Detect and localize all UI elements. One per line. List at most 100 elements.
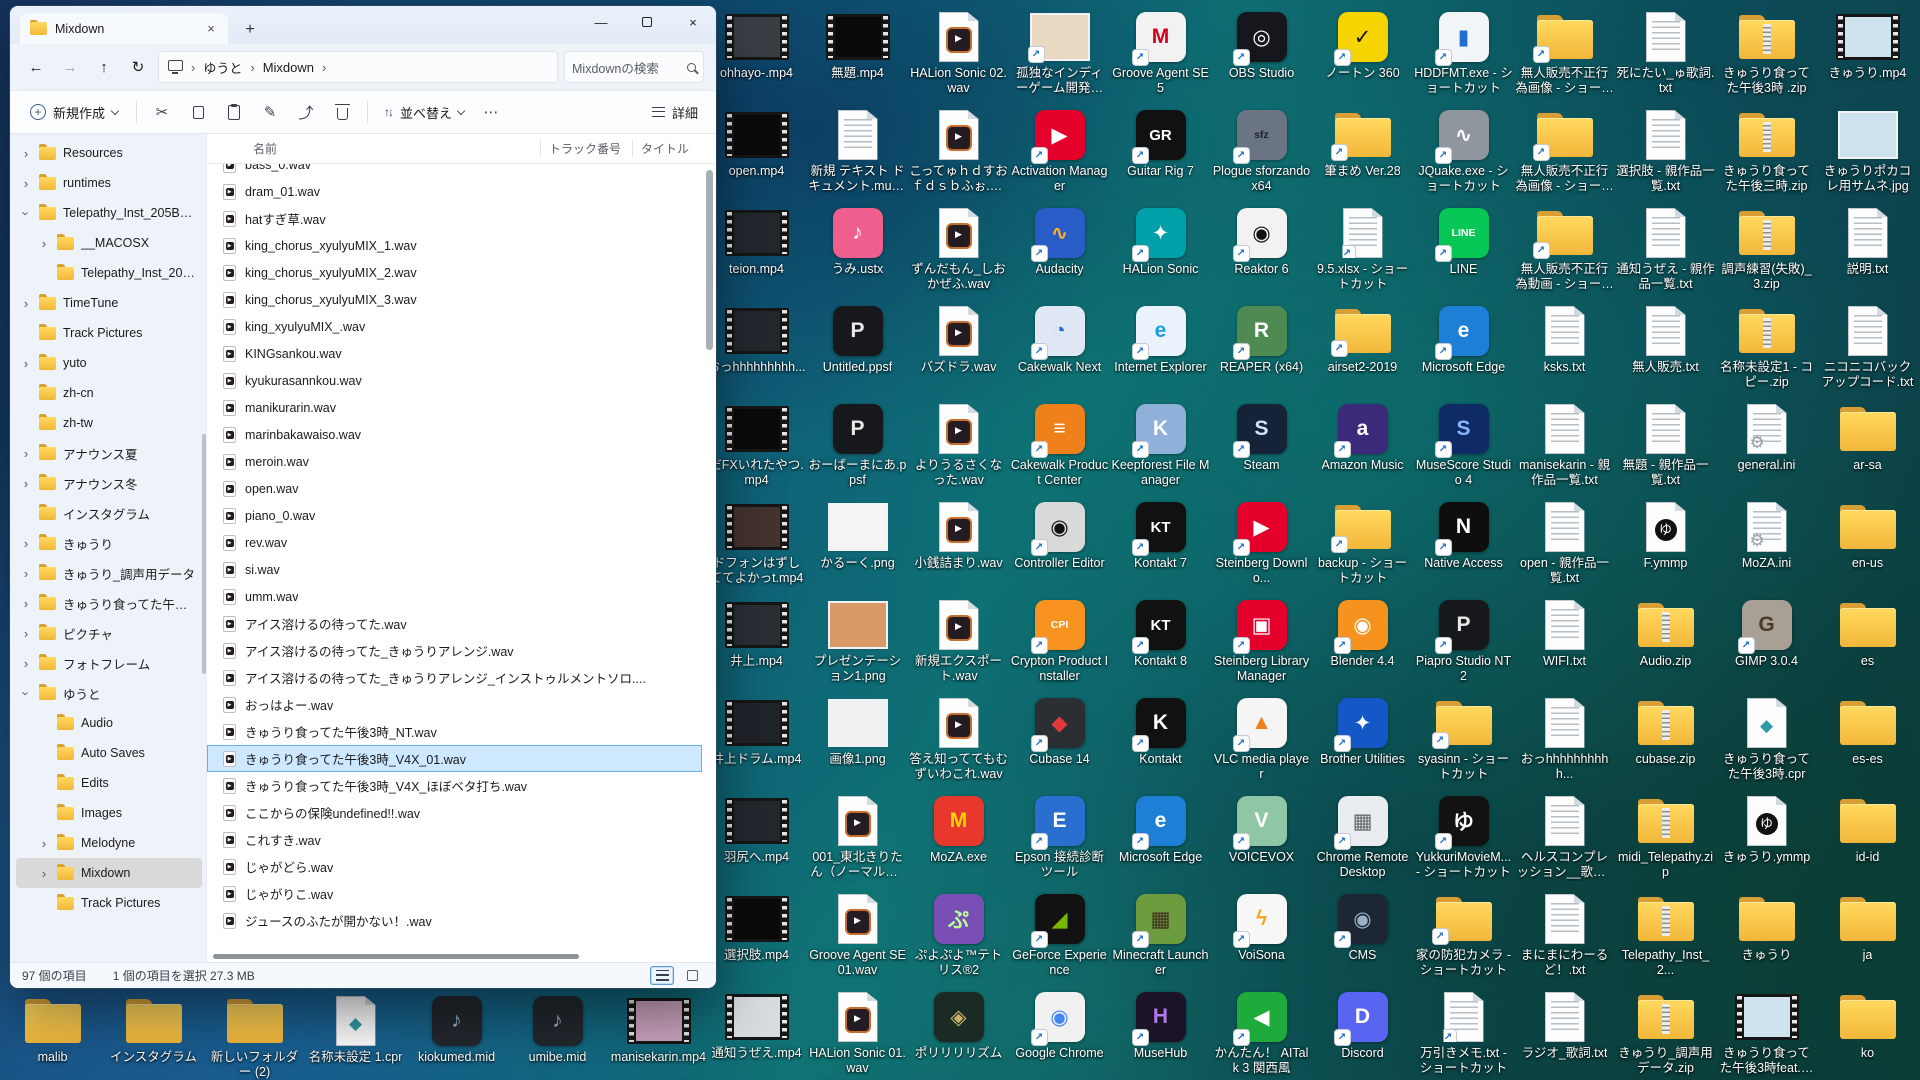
expander-chevron-icon[interactable]: › xyxy=(38,236,50,251)
desktop-icon[interactable]: ▶↗ Activation Manager xyxy=(1009,104,1110,202)
desktop-icon[interactable]: ↗ 小銭詰まり.wav xyxy=(908,496,1009,594)
desktop-icon[interactable]: M↗ MoZA.exe xyxy=(908,790,1009,888)
desktop-icon[interactable]: ↗ HALion Sonic 02.wav xyxy=(908,6,1009,104)
desktop-icon[interactable]: CPI↗ Crypton Product Installer xyxy=(1009,594,1110,692)
copy-button[interactable] xyxy=(181,96,215,128)
desktop-icon[interactable]: ↗ だFXいれたやつ.mp4 xyxy=(706,398,807,496)
desktop-icon[interactable]: P↗ Untitled.ppsf xyxy=(807,300,908,398)
desktop-icon[interactable]: ↗ きゅうり.ymmp xyxy=(1716,790,1817,888)
desktop-icon[interactable]: ∿↗ JQuake.exe - ショートカット xyxy=(1413,104,1514,202)
desktop-icon[interactable]: ↗ 無人販売不正行為動画 - ショートカット xyxy=(1514,202,1615,300)
desktop-icon[interactable]: ↗ 調声練習(失敗)_3.zip xyxy=(1716,202,1817,300)
desktop-icon[interactable]: S↗ Steam xyxy=(1211,398,1312,496)
desktop-icon[interactable]: GR↗ Guitar Rig 7 xyxy=(1110,104,1211,202)
details-view-toggle[interactable] xyxy=(680,966,704,985)
desktop-icon[interactable]: ↗ 羽尻へ.mp4 xyxy=(706,790,807,888)
sidebar-item[interactable]: › アナウンス夏 xyxy=(16,438,202,468)
new-tab-button[interactable]: + xyxy=(238,21,262,39)
file-row[interactable]: ▶ じゃがどら.wav xyxy=(207,853,702,880)
desktop-icon[interactable]: e↗ Microsoft Edge xyxy=(1413,300,1514,398)
file-row[interactable]: ▶ きゅうり食ってた午後3時_NT.wav xyxy=(207,718,702,745)
desktop-icon[interactable]: KT↗ Kontakt 8 xyxy=(1110,594,1211,692)
expander-chevron-icon[interactable]: › xyxy=(20,476,32,491)
expander-chevron-icon[interactable]: › xyxy=(20,296,32,311)
desktop-icon[interactable]: ↗ 筆まめ Ver.28 xyxy=(1312,104,1413,202)
desktop-icon[interactable]: e↗ Internet Explorer xyxy=(1110,300,1211,398)
file-row[interactable]: ▶ king_chorus_xyulyuMIX_3.wav xyxy=(207,286,702,313)
desktop-icon[interactable]: ↗ 孤独なインディーゲーム開発者の一生 ... xyxy=(1009,6,1110,104)
desktop-icon[interactable]: H↗ MuseHub xyxy=(1110,986,1211,1080)
desktop-icon[interactable]: ◈↗ ポリリリリズム xyxy=(908,986,1009,1080)
file-row[interactable]: ▶ これすき.wav xyxy=(207,826,702,853)
desktop-icon[interactable]: ↗ 無人販売不正行為画像 - ショートカット xyxy=(1514,104,1615,202)
file-row[interactable]: ▶ marinbakawaiso.wav xyxy=(207,421,702,448)
desktop-icon[interactable]: ↗ backup - ショートカット xyxy=(1312,496,1413,594)
desktop-icon[interactable]: E↗ Epson 接続診断ツール xyxy=(1009,790,1110,888)
desktop-icon[interactable]: ▮↗ HDDFMT.exe - ショートカット xyxy=(1413,6,1514,104)
up-button[interactable]: ↑ xyxy=(90,53,118,81)
desktop-icon[interactable]: P↗ Piapro Studio NT2 xyxy=(1413,594,1514,692)
desktop-icon[interactable]: ↗ 選択肢 - 親作品一覧.txt xyxy=(1615,104,1716,202)
desktop-icon[interactable]: ♪↗ umibe.mid xyxy=(507,990,608,1080)
desktop-icon[interactable]: ♪↗ kiokumed.mid xyxy=(406,990,507,1080)
desktop-icon[interactable]: ↗ manisekarin.mp4 xyxy=(608,990,709,1080)
desktop-icon[interactable]: ↗ general.ini xyxy=(1716,398,1817,496)
desktop-icon[interactable]: ↗ きゅうり_調声用データ.zip xyxy=(1615,986,1716,1080)
file-row[interactable]: ▶ rev.wav xyxy=(207,529,702,556)
desktop-icon[interactable]: ↗ ja xyxy=(1817,888,1918,986)
expander-chevron-icon[interactable]: › xyxy=(20,596,32,611)
desktop-icon[interactable]: S↗ MuseScore Studio 4 xyxy=(1413,398,1514,496)
back-button[interactable]: ← xyxy=(22,53,50,81)
forward-button[interactable]: → xyxy=(56,53,84,81)
desktop-icon[interactable]: ♪↗ うみ.ustx xyxy=(807,202,908,300)
desktop-icon[interactable]: ↗ id-id xyxy=(1817,790,1918,888)
desktop-icon[interactable]: ↗ きゅうり xyxy=(1716,888,1817,986)
sort-button[interactable]: ↑↓ 並べ替え xyxy=(376,96,472,128)
search-input[interactable]: Mixdownの検索 xyxy=(564,51,704,83)
file-row[interactable]: ▶ おっはよー.wav xyxy=(207,691,702,718)
file-row[interactable]: ▶ きゅうり食ってた午後3時_V4X_01.wav xyxy=(207,745,702,772)
paste-button[interactable] xyxy=(217,96,251,128)
sidebar-item[interactable]: › zh-tw xyxy=(16,408,202,438)
list-horizontal-scrollbar[interactable] xyxy=(207,952,716,962)
desktop-icon[interactable]: ↗ syasinn - ショートカット xyxy=(1413,692,1514,790)
desktop-icon[interactable]: ↗ きゅうり食ってた午後3時.cpr xyxy=(1716,692,1817,790)
desktop-icon[interactable]: ↗ open - 親作品一覧.txt xyxy=(1514,496,1615,594)
details-pane-button[interactable]: 詳細 xyxy=(644,96,706,128)
desktop-icon[interactable]: ↗ かるーく.png xyxy=(807,496,908,594)
expander-chevron-icon[interactable]: › xyxy=(20,626,32,641)
tab-mixdown[interactable]: Mixdown × xyxy=(20,13,228,44)
desktop-icon[interactable]: ↗ 名称未設定1 - コピー.zip xyxy=(1716,300,1817,398)
desktop-icon[interactable]: ↗ 通知うぜえ - 親作品一覧.txt xyxy=(1615,202,1716,300)
expander-chevron-icon[interactable]: › xyxy=(20,536,32,551)
desktop-icon[interactable]: e↗ Microsoft Edge xyxy=(1110,790,1211,888)
desktop-icon[interactable]: KT↗ Kontakt 7 xyxy=(1110,496,1211,594)
desktop-icon[interactable]: ↗ WIFI.txt xyxy=(1514,594,1615,692)
desktop-icon[interactable]: ↗ ar-sa xyxy=(1817,398,1918,496)
desktop-icon[interactable]: ◉↗ Google Chrome xyxy=(1009,986,1110,1080)
column-header-track[interactable]: トラック番号 xyxy=(540,140,632,157)
desktop-icon[interactable]: ↗ manisekarin - 親作品一覧.txt xyxy=(1514,398,1615,496)
desktop-icon[interactable]: ↗ es xyxy=(1817,594,1918,692)
sidebar-item[interactable]: › Telepathy_Inst_205BPM xyxy=(16,198,202,228)
file-row[interactable]: ▶ king_chorus_xyulyuMIX_2.wav xyxy=(207,259,702,286)
expander-chevron-icon[interactable]: › xyxy=(20,446,32,461)
expander-chevron-icon[interactable]: › xyxy=(20,356,32,371)
breadcrumb-item[interactable]: Mixdown xyxy=(263,60,314,75)
desktop-icon[interactable]: ↗ ko xyxy=(1817,986,1918,1080)
desktop-icon[interactable]: G↗ GIMP 3.0.4 xyxy=(1716,594,1817,692)
desktop-icon[interactable]: ↗ Telepathy_Inst_2... xyxy=(1615,888,1716,986)
file-row[interactable]: ▶ kyukurasannkou.wav xyxy=(207,367,702,394)
desktop-icon[interactable]: ◉↗ Controller Editor xyxy=(1009,496,1110,594)
desktop-icon[interactable]: ↗ 万引きメモ.txt - ショートカット xyxy=(1413,986,1514,1080)
desktop-icon[interactable]: ↗ 新規 テキスト ドキュメント.musicxml xyxy=(807,104,908,202)
file-row[interactable]: ▶ open.wav xyxy=(207,475,702,502)
desktop-icon[interactable]: ↗ es-es xyxy=(1817,692,1918,790)
desktop-icon[interactable]: ↗ Groove Agent SE 01.wav xyxy=(807,888,908,986)
desktop-icon[interactable]: ↗ airset2-2019 xyxy=(1312,300,1413,398)
sidebar-item[interactable]: › yuto xyxy=(16,348,202,378)
sidebar-item[interactable]: › Resources xyxy=(16,138,202,168)
desktop-icon[interactable]: ↗ cubase.zip xyxy=(1615,692,1716,790)
breadcrumb-item[interactable]: ゆうと xyxy=(203,58,242,77)
desktop-icon[interactable]: ◀↗ かんたん！ AITalk 3 関西風 xyxy=(1211,986,1312,1080)
